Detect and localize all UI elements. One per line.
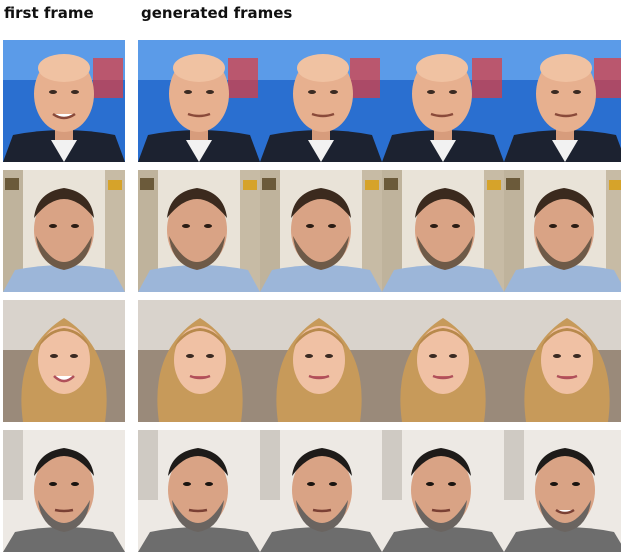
generated-frame-image-row2 <box>382 170 504 292</box>
first-frame-image-row2 <box>3 170 125 292</box>
generated-frame-image-row2 <box>260 170 382 292</box>
generated-frame-image-row4 <box>260 430 382 552</box>
first-frame-image-row4 <box>3 430 125 552</box>
generated-frame-image-row3 <box>382 300 504 422</box>
generated-frame-image-row4 <box>382 430 504 552</box>
first-frame-heading: first frame <box>4 4 94 22</box>
generated-frame-image-row4 <box>138 430 260 552</box>
generated-frame-image-row1 <box>138 40 260 162</box>
generated-frame-image-row2 <box>138 170 260 292</box>
generated-frame-image-row3 <box>260 300 382 422</box>
first-frame-image-row3 <box>3 300 125 422</box>
generated-frame-image-row1 <box>260 40 382 162</box>
generated-frame-image-row2 <box>504 170 621 292</box>
generated-frame-image-row4 <box>504 430 621 552</box>
generated-frames-heading: generated frames <box>141 4 293 22</box>
generated-frame-image-row1 <box>382 40 504 162</box>
generated-frame-image-row3 <box>138 300 260 422</box>
generated-frame-image-row1 <box>504 40 621 162</box>
first-frame-image-row1 <box>3 40 125 162</box>
generated-frame-image-row3 <box>504 300 621 422</box>
